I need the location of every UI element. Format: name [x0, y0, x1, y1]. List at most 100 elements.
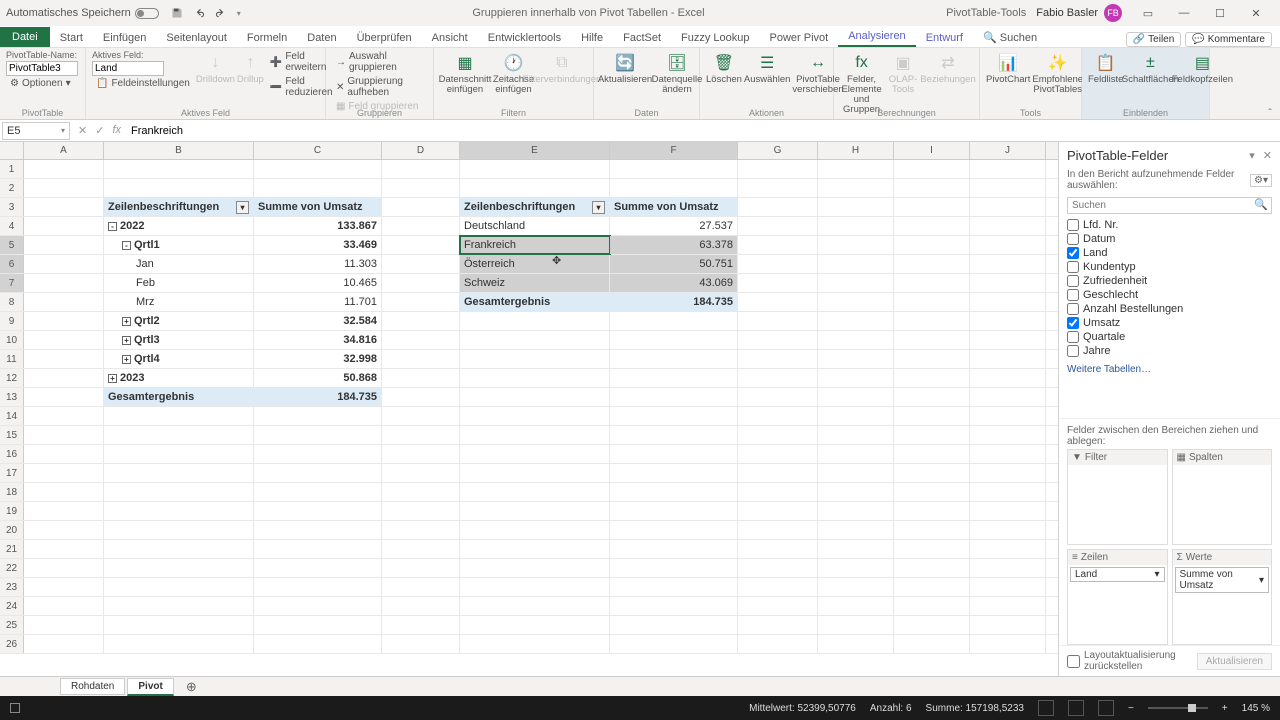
page-layout-view-icon[interactable] — [1068, 700, 1084, 716]
cell-I8[interactable] — [894, 293, 970, 311]
row-header[interactable]: 7 — [0, 274, 24, 292]
cell-E3[interactable]: Zeilenbeschriftungen▾ — [460, 198, 610, 216]
cell-J24[interactable] — [970, 597, 1046, 615]
area-values[interactable]: Σ Werte Summe von Umsatz▾ — [1172, 549, 1273, 645]
cell-C16[interactable] — [254, 445, 382, 463]
cell-E18[interactable] — [460, 483, 610, 501]
cell-B7[interactable]: Feb — [104, 274, 254, 292]
cell-B14[interactable] — [104, 407, 254, 425]
cell-A8[interactable] — [24, 293, 104, 311]
cell-H2[interactable] — [818, 179, 894, 197]
cell-H13[interactable] — [818, 388, 894, 406]
cell-D11[interactable] — [382, 350, 460, 368]
cell-B3[interactable]: Zeilenbeschriftungen▾ — [104, 198, 254, 216]
cell-I9[interactable] — [894, 312, 970, 330]
cell-B26[interactable] — [104, 635, 254, 653]
cell-J11[interactable] — [970, 350, 1046, 368]
cell-G18[interactable] — [738, 483, 818, 501]
row-header[interactable]: 17 — [0, 464, 24, 482]
select-button[interactable]: ☰Auswählen — [744, 50, 790, 85]
field-Zufriedenheit[interactable]: Zufriedenheit — [1067, 274, 1272, 288]
recommended-pt-button[interactable]: ✨Empfohlene PivotTables — [1032, 50, 1083, 95]
cell-D16[interactable] — [382, 445, 460, 463]
cell-C23[interactable] — [254, 578, 382, 596]
cell-B18[interactable] — [104, 483, 254, 501]
cell-J4[interactable] — [970, 217, 1046, 235]
cell-F13[interactable] — [610, 388, 738, 406]
col-header-E[interactable]: E — [460, 142, 610, 159]
timeline-button[interactable]: 🕐Zeitachse einfügen — [492, 50, 535, 95]
cell-A13[interactable] — [24, 388, 104, 406]
cell-F16[interactable] — [610, 445, 738, 463]
col-header-B[interactable]: B — [104, 142, 254, 159]
cell-H4[interactable] — [818, 217, 894, 235]
cell-D20[interactable] — [382, 521, 460, 539]
cell-J23[interactable] — [970, 578, 1046, 596]
cell-F22[interactable] — [610, 559, 738, 577]
fx-icon[interactable]: fx — [112, 124, 121, 137]
cell-C19[interactable] — [254, 502, 382, 520]
cell-B23[interactable] — [104, 578, 254, 596]
cell-D14[interactable] — [382, 407, 460, 425]
cell-G22[interactable] — [738, 559, 818, 577]
cell-F3[interactable]: Summe von Umsatz — [610, 198, 738, 216]
row-header[interactable]: 4 — [0, 217, 24, 235]
cell-E1[interactable] — [460, 160, 610, 178]
cell-I20[interactable] — [894, 521, 970, 539]
cell-B12[interactable]: +2023 — [104, 369, 254, 387]
cell-C21[interactable] — [254, 540, 382, 558]
tab-factset[interactable]: FactSet — [613, 29, 671, 47]
cell-H19[interactable] — [818, 502, 894, 520]
name-box[interactable]: E5▾ — [2, 122, 70, 140]
cell-I4[interactable] — [894, 217, 970, 235]
cell-H14[interactable] — [818, 407, 894, 425]
cell-C26[interactable] — [254, 635, 382, 653]
pt-options-button[interactable]: ⚙ Optionen ▾ — [6, 77, 79, 90]
cell-C14[interactable] — [254, 407, 382, 425]
cell-B13[interactable]: Gesamtergebnis — [104, 388, 254, 406]
cell-B8[interactable]: Mrz — [104, 293, 254, 311]
cell-B2[interactable] — [104, 179, 254, 197]
cell-D17[interactable] — [382, 464, 460, 482]
cell-D15[interactable] — [382, 426, 460, 444]
row-header[interactable]: 3 — [0, 198, 24, 216]
cell-F14[interactable] — [610, 407, 738, 425]
cell-A16[interactable] — [24, 445, 104, 463]
cell-F2[interactable] — [610, 179, 738, 197]
cell-E16[interactable] — [460, 445, 610, 463]
cell-G23[interactable] — [738, 578, 818, 596]
cell-B16[interactable] — [104, 445, 254, 463]
col-header-H[interactable]: H — [818, 142, 894, 159]
area-rows[interactable]: ≡ Zeilen Land▾ — [1067, 549, 1168, 645]
tab-search[interactable]: 🔍 Suchen — [973, 28, 1047, 47]
cell-E19[interactable] — [460, 502, 610, 520]
tab-hilfe[interactable]: Hilfe — [571, 29, 613, 47]
cell-I16[interactable] — [894, 445, 970, 463]
cell-C8[interactable]: 11.701 — [254, 293, 382, 311]
cell-G26[interactable] — [738, 635, 818, 653]
cell-E22[interactable] — [460, 559, 610, 577]
col-header-F[interactable]: F — [610, 142, 738, 159]
row-header[interactable]: 22 — [0, 559, 24, 577]
field-Anzahl Bestellungen[interactable]: Anzahl Bestellungen — [1067, 302, 1272, 316]
cell-F8[interactable]: 184.735 — [610, 293, 738, 311]
cell-G7[interactable] — [738, 274, 818, 292]
cell-A1[interactable] — [24, 160, 104, 178]
cell-C15[interactable] — [254, 426, 382, 444]
ribbon-display-icon[interactable]: ▭ — [1130, 0, 1166, 26]
row-header[interactable]: 23 — [0, 578, 24, 596]
row-header[interactable]: 6 — [0, 255, 24, 273]
cell-E10[interactable] — [460, 331, 610, 349]
cell-G1[interactable] — [738, 160, 818, 178]
cell-H21[interactable] — [818, 540, 894, 558]
cell-J17[interactable] — [970, 464, 1046, 482]
cell-D26[interactable] — [382, 635, 460, 653]
cell-A26[interactable] — [24, 635, 104, 653]
page-break-view-icon[interactable] — [1098, 700, 1114, 716]
cell-I10[interactable] — [894, 331, 970, 349]
cell-F4[interactable]: 27.537 — [610, 217, 738, 235]
pt-name-input[interactable] — [6, 61, 78, 76]
row-header[interactable]: 10 — [0, 331, 24, 349]
cell-B9[interactable]: +Qrtl2 — [104, 312, 254, 330]
row-header[interactable]: 11 — [0, 350, 24, 368]
